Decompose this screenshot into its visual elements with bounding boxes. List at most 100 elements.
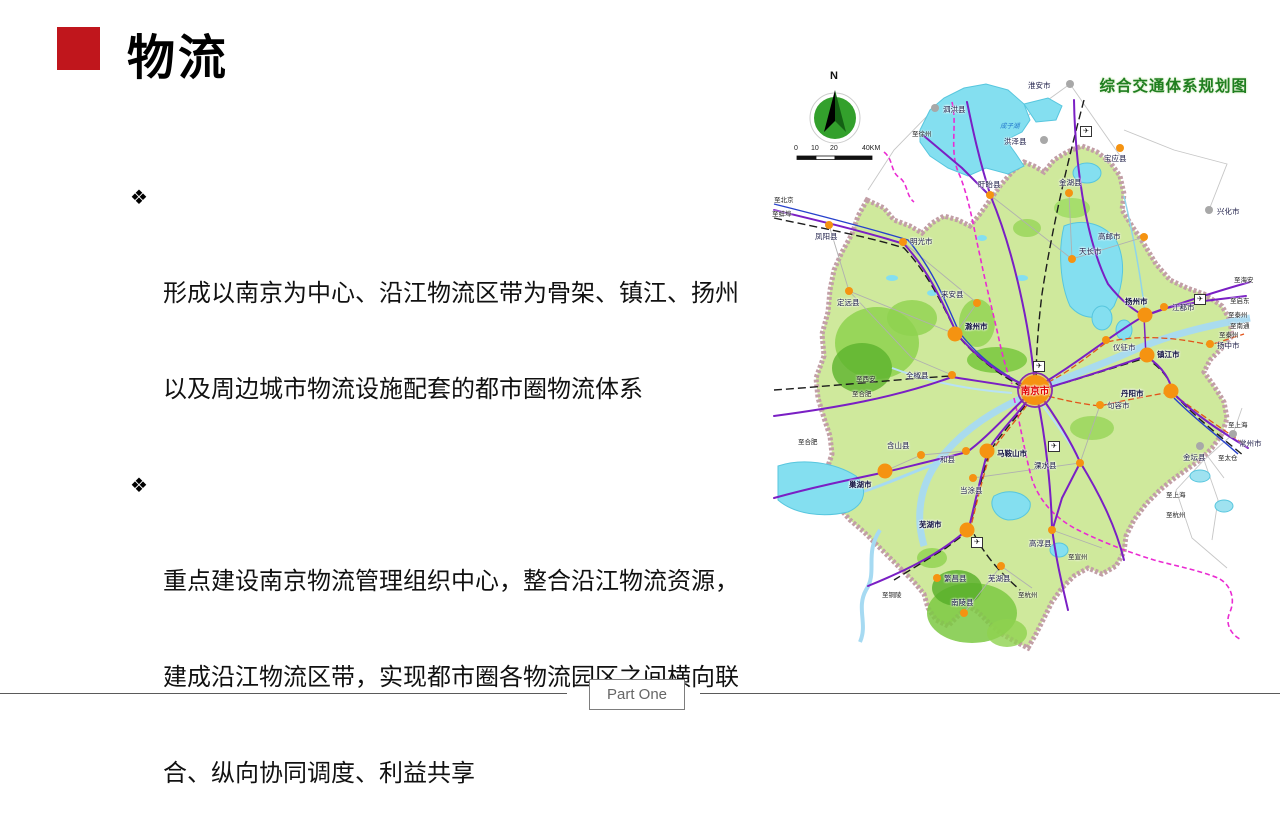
city-label: 盱眙县: [978, 179, 1001, 190]
city-label: 镇江市: [1157, 349, 1180, 360]
city-label: 高邮市: [1098, 231, 1121, 242]
city-marker: [962, 447, 970, 455]
city-marker: [1040, 136, 1048, 144]
city-marker: [1068, 255, 1076, 263]
city-marker: [899, 238, 907, 246]
city-marker: [948, 371, 956, 379]
airport-icon: ✈: [1048, 441, 1060, 452]
city-marker: [1205, 206, 1213, 214]
city-marker: [986, 191, 994, 199]
city-marker: [1096, 401, 1104, 409]
edge-label: 至铜陵: [882, 589, 902, 599]
airport-icon: ✈: [1080, 126, 1092, 137]
city-marker: [1116, 144, 1124, 152]
city-marker: [917, 451, 925, 459]
edge-label: 至蚌埠: [772, 208, 792, 218]
city-marker: [948, 327, 963, 342]
bullet-item: ❖形成以南京为中心、沿江物流区带为骨架、镇江、扬州 以及周边城市物流设施配套的都…: [130, 150, 755, 438]
city-label: 马鞍山市: [997, 448, 1027, 459]
slide: { "slide": { "title": "物流", "bullet_mark…: [0, 0, 1280, 720]
bullet-diamond-icon: ❖: [130, 150, 148, 246]
city-label: 扬州市: [1125, 296, 1148, 307]
edge-label: 至上海: [1228, 419, 1248, 429]
bullet-text: 重点建设南京物流管理组织中心，整合沿江物流资源， 建成沿江物流区带，实现都市圈各…: [163, 568, 739, 787]
scale-tick-label: 40KM: [862, 145, 880, 152]
footer-section-label: Part One: [589, 679, 685, 710]
bullet-diamond-icon: ❖: [130, 438, 148, 534]
edge-label: 至杭州: [1166, 509, 1186, 519]
footer-divider: [0, 693, 567, 694]
city-marker: [931, 104, 939, 112]
city-label: 凤阳县: [815, 231, 838, 242]
city-marker: [973, 299, 981, 307]
city-label: 泗洪县: [943, 104, 966, 115]
city-marker: [980, 444, 995, 459]
scale-tick-label: 0: [794, 145, 798, 152]
city-label: 巢湖市: [849, 479, 872, 490]
edge-label: 至泰州: [1228, 309, 1248, 319]
city-label: 当涂县: [960, 485, 983, 496]
transport-map: 综合交通体系规划图 N 泗洪县淮安市洪泽县盱眙县金湖县宝应县凤阳县明光市定远县来…: [772, 68, 1276, 668]
edge-label: 至合肥: [852, 388, 872, 398]
city-label: 芜湖市: [919, 519, 942, 530]
footer-text: Part One: [607, 686, 667, 703]
city-label: 来安县: [941, 289, 964, 300]
city-label: 繁昌县: [944, 573, 967, 584]
city-label: 高淳县: [1029, 538, 1052, 549]
page-title: 物流: [127, 18, 229, 88]
edge-label: 至北京: [774, 194, 794, 204]
footer-divider: [700, 693, 1280, 694]
city-label: 含山县: [887, 440, 910, 451]
edge-label: 至杭州: [1018, 589, 1038, 599]
city-label: 常州市: [1239, 438, 1262, 449]
city-label: 洪泽县: [1004, 136, 1027, 147]
compass-icon: [810, 90, 860, 143]
city-label: 宝应县: [1104, 153, 1127, 164]
city-label: 句容市: [1107, 400, 1130, 411]
scale-tick-label: 10: [811, 145, 819, 152]
city-label: 滁州市: [965, 321, 988, 332]
title-accent-square: [57, 27, 100, 70]
city-label: 丹阳市: [1121, 388, 1144, 399]
city-marker: [997, 562, 1005, 570]
city-marker: [1138, 308, 1153, 323]
city-label: 全椒县: [906, 370, 929, 381]
city-label: 仪征市: [1113, 342, 1136, 353]
city-marker: [845, 287, 853, 295]
city-marker: [1102, 336, 1110, 344]
bullet-item: ❖重点建设南京物流管理组织中心，整合沿江物流资源， 建成沿江物流区带，实现都市圈…: [130, 438, 755, 822]
city-marker: [1164, 384, 1179, 399]
city-marker: [1066, 80, 1074, 88]
city-marker: [1229, 430, 1237, 438]
bullet-list: ❖形成以南京为中心、沿江物流区带为骨架、镇江、扬州 以及周边城市物流设施配套的都…: [130, 150, 755, 822]
city-label: 明光市: [910, 236, 933, 247]
city-marker: [969, 474, 977, 482]
city-label: 兴化市: [1217, 206, 1240, 217]
city-marker: [825, 221, 833, 229]
city-label: 芜湖县: [988, 573, 1011, 584]
city-marker: [1065, 189, 1073, 197]
city-label: 淮安市: [1028, 80, 1051, 91]
lake-label: 成子湖: [1000, 120, 1020, 130]
compass-north-label: N: [830, 70, 838, 82]
city-marker: [878, 464, 893, 479]
city-marker: [1140, 348, 1155, 363]
city-label: 南陵县: [951, 597, 974, 608]
city-marker: [1076, 459, 1084, 467]
edge-label: 至太仓: [1218, 452, 1238, 462]
nanjing-label: 南京市: [1021, 383, 1050, 397]
city-marker: [1196, 442, 1204, 450]
city-label: 金湖县: [1059, 177, 1082, 188]
city-marker: [1140, 233, 1148, 241]
map-graphic: [772, 68, 1276, 668]
edge-label: 至泰州: [1219, 329, 1239, 339]
edge-label: 至海安: [1234, 274, 1254, 284]
bullet-text: 形成以南京为中心、沿江物流区带为骨架、镇江、扬州 以及周边城市物流设施配套的都市…: [163, 280, 739, 403]
city-label: 溧水县: [1034, 460, 1057, 471]
edge-label: 至启东: [1230, 295, 1250, 305]
city-marker: [1206, 340, 1214, 348]
airport-icon: ✈: [1194, 294, 1206, 305]
edge-label: 至宣州: [1068, 551, 1088, 561]
edge-label: 至西安: [856, 373, 876, 383]
airport-icon: ✈: [971, 537, 983, 548]
